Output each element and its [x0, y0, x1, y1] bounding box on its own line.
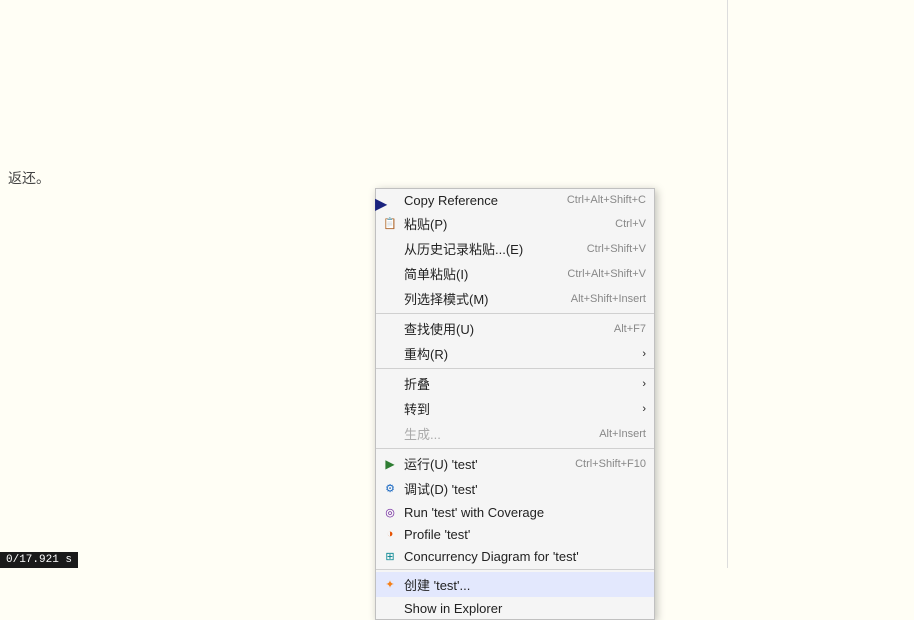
menu-label-run-coverage: Run 'test' with Coverage	[404, 505, 646, 520]
menu-shortcut-paste: Ctrl+V	[615, 218, 646, 230]
menu-item-paste-history[interactable]: 从历史记录粘贴...(E) Ctrl+Shift+V	[376, 236, 654, 261]
separator-after-refactor	[376, 368, 654, 369]
menu-shortcut-run: Ctrl+Shift+F10	[575, 458, 646, 470]
menu-item-fold[interactable]: 折叠 ›	[376, 371, 654, 396]
menu-item-column-select[interactable]: 列选择模式(M) Alt+Shift+Insert	[376, 286, 654, 311]
context-menu: Copy Reference Ctrl+Alt+Shift+C 📋 粘贴(P) Ctrl…	[375, 188, 655, 620]
menu-icon-find-usages	[382, 321, 398, 337]
separator-after-concurrency	[376, 569, 654, 570]
menu-icon-paste-history	[382, 241, 398, 257]
menu-item-find-usages[interactable]: 查找使用(U) Alt+F7	[376, 316, 654, 341]
editor-text: 返还。	[8, 168, 50, 188]
menu-shortcut-find-usages: Alt+F7	[614, 323, 646, 335]
separator-after-column-select	[376, 313, 654, 314]
menu-item-concurrency[interactable]: ⊞ Concurrency Diagram for 'test'	[376, 545, 654, 567]
menu-icon-run: ▶	[382, 456, 398, 472]
menu-label-find-usages: 查找使用(U)	[404, 319, 594, 338]
menu-item-profile[interactable]: ◑ Profile 'test'	[376, 523, 654, 545]
menu-label-column-select: 列选择模式(M)	[404, 289, 551, 308]
menu-icon-show-in-explorer	[382, 600, 398, 616]
menu-icon-profile: ◑	[382, 526, 398, 542]
menu-label-copy-reference: Copy Reference	[404, 193, 547, 208]
menu-label-create: 创建 'test'...	[404, 575, 646, 594]
separator-after-generate	[376, 448, 654, 449]
menu-icon-copy-reference	[382, 192, 398, 208]
menu-icon-concurrency: ⊞	[382, 548, 398, 564]
menu-shortcut-paste-simple: Ctrl+Alt+Shift+V	[567, 268, 646, 280]
status-bar: 0/17.921 s	[0, 552, 78, 568]
menu-arrow-goto: ›	[642, 403, 646, 415]
menu-item-run[interactable]: ▶ 运行(U) 'test' Ctrl+Shift+F10	[376, 451, 654, 476]
menu-item-show-in-explorer[interactable]: Show in Explorer	[376, 597, 654, 619]
menu-label-concurrency: Concurrency Diagram for 'test'	[404, 549, 646, 564]
menu-label-fold: 折叠	[404, 374, 638, 393]
menu-icon-fold	[382, 376, 398, 392]
menu-icon-debug: ⚙	[382, 481, 398, 497]
menu-label-run: 运行(U) 'test'	[404, 454, 555, 473]
menu-label-generate: 生成...	[404, 424, 579, 443]
menu-item-generate[interactable]: 生成... Alt+Insert	[376, 421, 654, 446]
menu-shortcut-generate: Alt+Insert	[599, 428, 646, 440]
menu-icon-refactor	[382, 346, 398, 362]
menu-label-profile: Profile 'test'	[404, 527, 646, 542]
status-bar-text: 0/17.921 s	[6, 554, 72, 566]
menu-item-create[interactable]: ✦ 创建 'test'...	[376, 572, 654, 597]
menu-item-copy-reference[interactable]: Copy Reference Ctrl+Alt+Shift+C	[376, 189, 654, 211]
menu-label-paste-simple: 简单粘贴(I)	[404, 264, 547, 283]
menu-label-paste-history: 从历史记录粘贴...(E)	[404, 239, 567, 258]
menu-label-show-in-explorer: Show in Explorer	[404, 601, 646, 616]
menu-icon-generate	[382, 426, 398, 442]
menu-item-run-coverage[interactable]: ◎ Run 'test' with Coverage	[376, 501, 654, 523]
menu-icon-paste: 📋	[382, 216, 398, 232]
editor-vertical-line	[727, 0, 728, 568]
menu-item-refactor[interactable]: 重构(R) ›	[376, 341, 654, 366]
menu-icon-create: ✦	[382, 577, 398, 593]
menu-icon-run-coverage: ◎	[382, 504, 398, 520]
menu-item-debug[interactable]: ⚙ 调试(D) 'test'	[376, 476, 654, 501]
menu-item-goto[interactable]: 转到 ›	[376, 396, 654, 421]
menu-label-debug: 调试(D) 'test'	[404, 479, 646, 498]
menu-icon-column-select	[382, 291, 398, 307]
menu-icon-goto	[382, 401, 398, 417]
menu-shortcut-copy-reference: Ctrl+Alt+Shift+C	[567, 194, 646, 206]
menu-label-paste: 粘贴(P)	[404, 214, 595, 233]
menu-arrow-refactor: ›	[642, 348, 646, 360]
menu-label-goto: 转到	[404, 399, 638, 418]
menu-icon-paste-simple	[382, 266, 398, 282]
menu-label-refactor: 重构(R)	[404, 344, 638, 363]
menu-item-paste[interactable]: 📋 粘贴(P) Ctrl+V	[376, 211, 654, 236]
menu-shortcut-paste-history: Ctrl+Shift+V	[587, 243, 646, 255]
menu-arrow-fold: ›	[642, 378, 646, 390]
menu-shortcut-column-select: Alt+Shift+Insert	[571, 293, 646, 305]
menu-item-paste-simple[interactable]: 简单粘贴(I) Ctrl+Alt+Shift+V	[376, 261, 654, 286]
